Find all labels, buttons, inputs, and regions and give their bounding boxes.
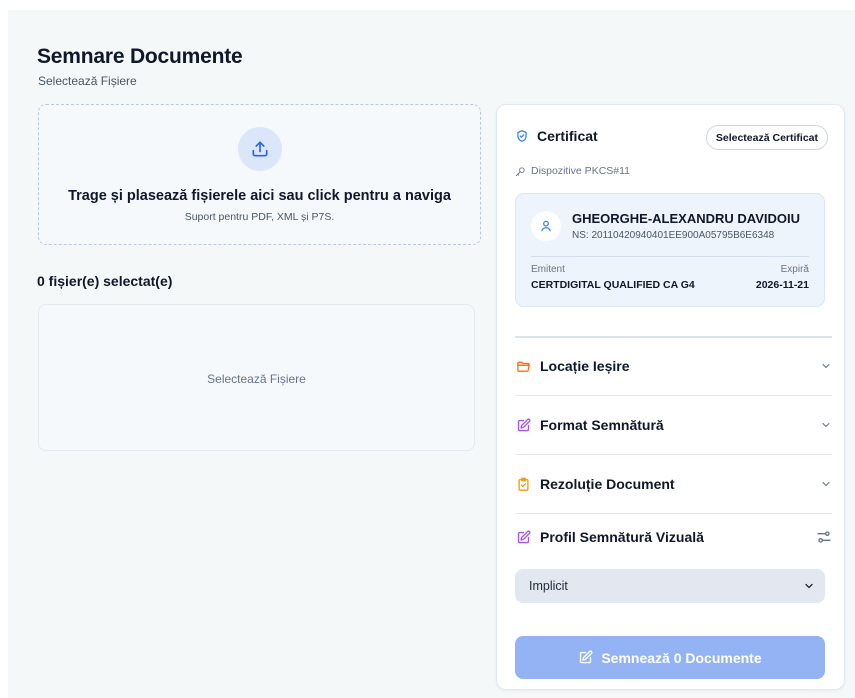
document-resolution-accordion[interactable]: Rezoluție Document (515, 464, 832, 504)
issuer-label: Emitent (531, 264, 565, 275)
expiry-value: 2026-11-21 (755, 279, 809, 291)
page-title: Semnare Documente (37, 45, 243, 68)
expiry-label: Expiră (780, 264, 809, 275)
page-subtitle: Selectează Fișiere (38, 74, 137, 88)
visual-profile-selected-value: Implicit (529, 579, 568, 593)
key-icon (515, 166, 526, 177)
dropzone-support-text: Suport pentru PDF, XML și P7S. (184, 211, 335, 223)
section-divider (515, 454, 832, 455)
certificate-holder-name: GHEORGHE-ALEXANDRU DAVIDOIU (572, 211, 800, 226)
issuer-value: CERTDIGITAL QUALIFIED CA G4 (531, 279, 695, 291)
section-divider (515, 395, 832, 396)
edit-document-icon (578, 650, 593, 665)
certificate-divider (531, 256, 809, 257)
signing-settings-panel: Certificat Selectează Certificat Dispozi… (496, 104, 845, 690)
certificate-serial: NS: 20110420940401EE900A05795B6E6348 (572, 230, 775, 241)
chevron-down-icon (822, 481, 830, 487)
signature-format-title: Format Semnătură (540, 417, 664, 433)
signature-format-accordion[interactable]: Format Semnătură (515, 405, 832, 445)
chevron-down-icon (822, 422, 830, 428)
shield-check-icon (515, 129, 529, 143)
document-resolution-title: Rezoluție Document (540, 476, 675, 492)
sliders-icon[interactable] (816, 529, 832, 545)
files-empty-state: Selectează Fișiere (207, 372, 306, 386)
section-divider (515, 336, 832, 338)
visual-profile-title: Profil Semnătură Vizuală (540, 529, 704, 545)
edit-document-icon (515, 529, 531, 545)
output-location-accordion[interactable]: Locație Ieșire (515, 346, 832, 386)
certificate-header: Certificat (515, 128, 598, 144)
sign-documents-label: Semnează 0 Documente (601, 649, 762, 666)
upload-icon (238, 127, 282, 171)
folder-icon (515, 358, 531, 374)
file-dropzone[interactable]: Trage și plasează fișierele aici sau cli… (38, 104, 481, 245)
select-certificate-button[interactable]: Selectează Certificat (705, 125, 828, 150)
pkcs-devices-row[interactable]: Dispozitive PKCS#11 (515, 165, 630, 177)
pkcs-devices-label: Dispozitive PKCS#11 (531, 165, 631, 177)
selected-files-list: Selectează Fișiere (38, 304, 475, 451)
visual-profile-header: Profil Semnătură Vizuală (515, 525, 832, 549)
clipboard-check-icon (515, 476, 531, 492)
edit-document-icon (515, 417, 531, 433)
certificate-title: Certificat (537, 128, 598, 144)
visual-profile-select[interactable]: Implicit (515, 569, 825, 603)
app-window: Semnare Documente Selectează Fișiere Tra… (8, 10, 855, 698)
chevron-down-icon (805, 583, 813, 589)
output-location-title: Locație Ieșire (540, 358, 630, 374)
user-icon (531, 211, 561, 241)
selected-files-count: 0 fișier(e) selectat(e) (37, 273, 173, 289)
chevron-down-icon (822, 363, 830, 369)
sign-documents-button[interactable]: Semnează 0 Documente (515, 636, 825, 679)
section-divider (515, 513, 832, 514)
selected-certificate-card: GHEORGHE-ALEXANDRU DAVIDOIU NS: 20110420… (515, 193, 825, 307)
dropzone-main-text: Trage și plasează fișierele aici sau cli… (68, 188, 451, 204)
